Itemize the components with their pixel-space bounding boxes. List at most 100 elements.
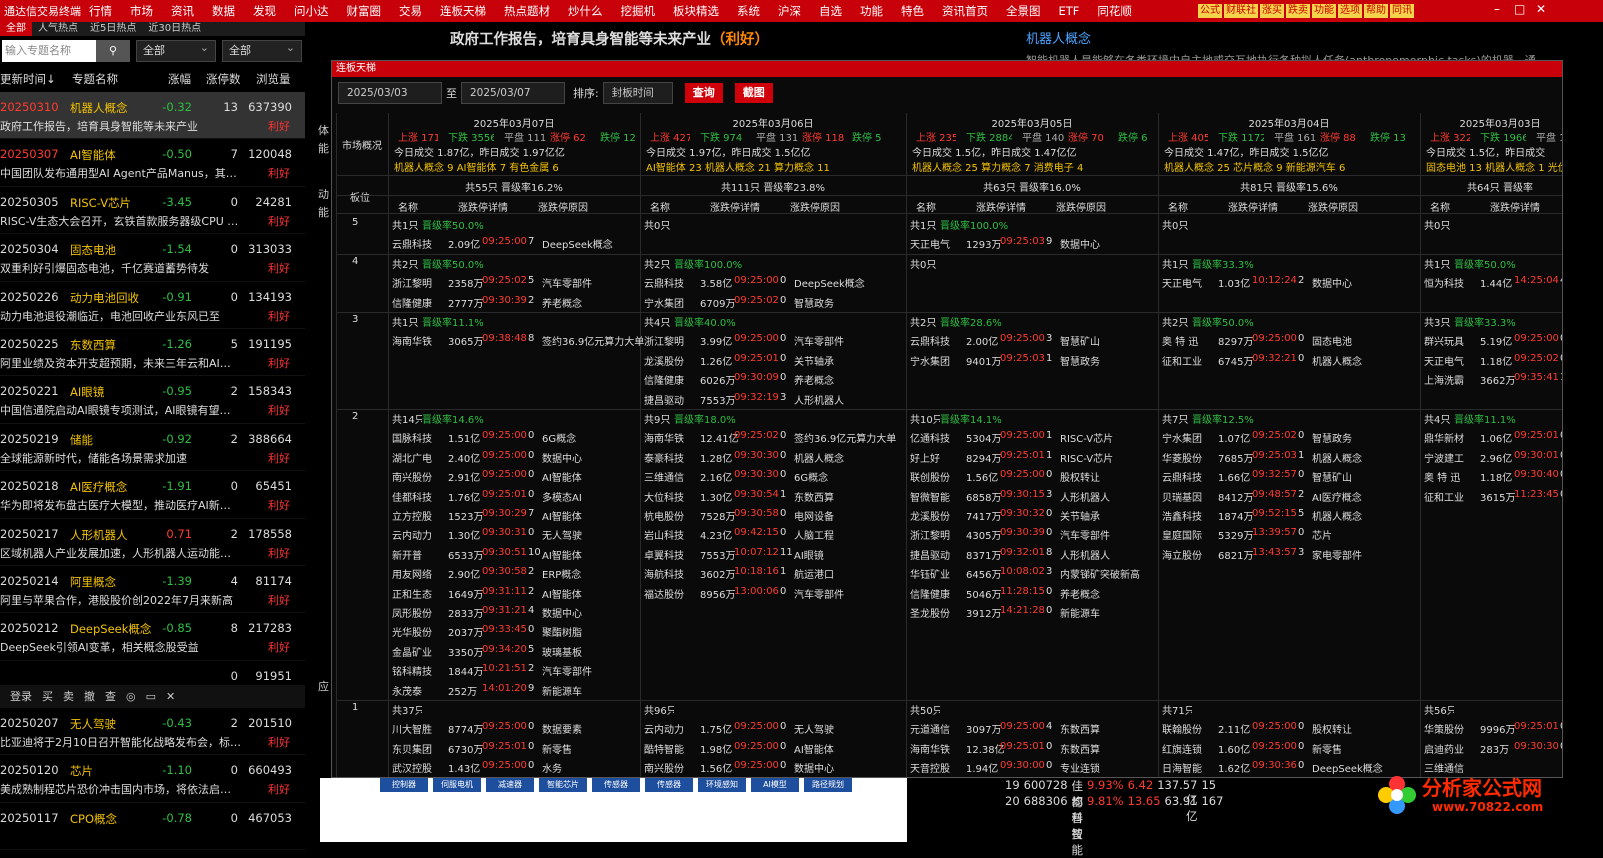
stock-name[interactable]: 南兴股份: [392, 469, 448, 484]
trade-button[interactable]: 登录: [10, 688, 32, 704]
stock-name[interactable]: 捷昌驱动: [644, 392, 700, 407]
stock-name[interactable]: 贝瑞基因: [1162, 489, 1218, 504]
stock-name[interactable]: 智微智能: [910, 489, 966, 504]
stock-name[interactable]: 征和工业: [1424, 489, 1480, 504]
list-item[interactable]: 20250304固态电池-1.540313033双重利好引爆固态电池，千亿赛道蓄…: [0, 234, 305, 281]
header-name[interactable]: 专题名称: [72, 71, 168, 87]
menu-item[interactable]: 财富圈: [347, 4, 382, 18]
header-time[interactable]: 更新时间↓: [0, 71, 72, 87]
trade-button[interactable]: ◎: [126, 690, 136, 703]
list-item[interactable]: 20250120芯片-1.100660493美成熟制程芯片恐价冲击国内市场，将依…: [0, 755, 305, 802]
stock-name[interactable]: 启迪药业: [1424, 741, 1480, 756]
stock-name[interactable]: 用友网络: [392, 566, 448, 581]
menu-item[interactable]: 资讯: [171, 4, 194, 18]
stock-name[interactable]: 云鼎科技: [392, 236, 448, 251]
trade-button[interactable]: ▭: [146, 690, 156, 703]
stock-name[interactable]: 奥 特 迅: [1424, 469, 1480, 484]
filter-select-1[interactable]: 全部: [136, 40, 216, 62]
tool-button[interactable]: 功能: [1312, 4, 1336, 18]
menu-item[interactable]: 挖掘机: [621, 4, 656, 18]
stock-name[interactable]: 信隆健康: [392, 295, 448, 310]
tool-button[interactable]: 财联社: [1224, 4, 1258, 18]
stock-name[interactable]: 凤形股份: [392, 605, 448, 620]
menu-item[interactable]: 系统: [737, 4, 760, 18]
stock-name[interactable]: 信隆健康: [910, 586, 966, 601]
stock-name[interactable]: 华菱股份: [1162, 450, 1218, 465]
menu-item[interactable]: 全景图: [1006, 4, 1041, 18]
stock-name[interactable]: 天正电气: [1424, 353, 1480, 368]
list-item[interactable]: 20250207无人驾驶-0.432201510比亚迪将于2月10日召开智能化战…: [0, 708, 305, 755]
stock-name[interactable]: 海南华铁: [392, 333, 448, 348]
stock-name[interactable]: 南兴股份: [644, 760, 700, 775]
stock-name[interactable]: 宁水集团: [910, 353, 966, 368]
stock-name[interactable]: 宁水集团: [644, 295, 700, 310]
stock-name[interactable]: 奥 特 迅: [1162, 333, 1218, 348]
menu-item[interactable]: 沪深: [778, 4, 801, 18]
list-item[interactable]: 20250219储能-0.922388664全球能源新时代，储能各场景需求加速利…: [0, 424, 305, 471]
search-icon[interactable]: ⚲: [96, 40, 130, 62]
screenshot-button[interactable]: 截图: [735, 83, 773, 103]
menu-item[interactable]: 自选: [819, 4, 842, 18]
menu-item[interactable]: 特色: [901, 4, 924, 18]
menu-item[interactable]: 市场: [130, 4, 153, 18]
stock-name[interactable]: 云鼎科技: [644, 275, 700, 290]
menu-item[interactable]: 资讯首页: [942, 4, 988, 18]
list-item[interactable]: 20250212DeepSeek概念-0.858217283DeepSeek引领…: [0, 613, 305, 660]
list-item[interactable]: 20250307AI智能体-0.507120048中国团队发布通用型AI Age…: [0, 139, 305, 186]
header-views[interactable]: 浏览量: [256, 71, 301, 87]
stock-name[interactable]: 金晶矿业: [392, 644, 448, 659]
topic-tab[interactable]: 近30日热点: [142, 22, 207, 36]
menu-item[interactable]: 连板天梯: [440, 4, 486, 18]
stock-name[interactable]: 东贝集团: [392, 741, 448, 756]
menu-item[interactable]: 功能: [860, 4, 883, 18]
list-item[interactable]: 20250221AI眼镜-0.952158343中国信通院启动AI眼镜专项测试，…: [0, 376, 305, 423]
stock-name[interactable]: 新开普: [392, 547, 448, 562]
stock-name[interactable]: 云鼎科技: [910, 333, 966, 348]
tool-button[interactable]: 公式: [1198, 4, 1222, 18]
stock-name[interactable]: 三维通信: [644, 469, 700, 484]
stock-name[interactable]: 卓翼科技: [644, 547, 700, 562]
stock-name[interactable]: 光华股份: [392, 624, 448, 639]
stock-name[interactable]: 天音控股: [910, 760, 966, 775]
menu-item[interactable]: 热点题材: [504, 4, 550, 18]
stock-name[interactable]: 铭科精技: [392, 663, 448, 678]
topic-tab[interactable]: 近5日热点: [84, 22, 142, 36]
stock-name[interactable]: 宁水集团: [1162, 430, 1218, 445]
menu-item[interactable]: 板块精选: [673, 4, 719, 18]
stock-name[interactable]: 永茂泰: [392, 683, 448, 698]
stock-name[interactable]: 泰豪科技: [644, 450, 700, 465]
list-item[interactable]: 20250226动力电池回收-0.910134193动力电池退役潮临近，电池回收…: [0, 282, 305, 329]
stock-name[interactable]: 大位科技: [644, 489, 700, 504]
stock-name[interactable]: 浙江黎明: [392, 275, 448, 290]
stock-name[interactable]: 福达股份: [644, 586, 700, 601]
stock-name[interactable]: 浩鑫科技: [1162, 508, 1218, 523]
stock-name[interactable]: 佳都科技: [392, 489, 448, 504]
stock-name[interactable]: 正和生态: [392, 586, 448, 601]
trade-button[interactable]: 卖: [63, 688, 74, 704]
stock-name[interactable]: 云鼎科技: [1162, 469, 1218, 484]
stock-name[interactable]: 捷昌驱动: [910, 547, 966, 562]
stock-name[interactable]: 好上好: [910, 450, 966, 465]
stock-name[interactable]: 川大智胜: [392, 721, 448, 736]
query-button[interactable]: 查询: [685, 83, 723, 103]
stock-name[interactable]: 信隆健康: [644, 372, 700, 387]
list-item[interactable]: 20250225东数西算-1.265191195阿里业绩及资本开支超预期，未来三…: [0, 329, 305, 376]
list-item[interactable]: 20250305RISC-V芯片-3.45024281RISC-V生态大会召开，…: [0, 187, 305, 234]
stock-name[interactable]: 龙溪股份: [644, 353, 700, 368]
stock-name[interactable]: 海南华铁: [644, 430, 700, 445]
stock-name[interactable]: 龙溪股份: [910, 508, 966, 523]
stock-name[interactable]: 浙江黎明: [910, 527, 966, 542]
list-item[interactable]: 20250218AI医疗概念-1.91065451华为即将发布盘古医疗大模型，推…: [0, 471, 305, 518]
menu-item[interactable]: 行情: [89, 4, 112, 18]
stock-name[interactable]: 海航科技: [644, 566, 700, 581]
list-item[interactable]: 20250217人形机器人0.712178558区域机器人产业发展加速，人形机器…: [0, 519, 305, 566]
stock-name[interactable]: 华策股份: [1424, 721, 1480, 736]
stock-name[interactable]: 联创股份: [910, 469, 966, 484]
stock-name[interactable]: 立方控股: [392, 508, 448, 523]
stock-name[interactable]: 岩山科技: [644, 527, 700, 542]
stock-name[interactable]: 皇庭国际: [1162, 527, 1218, 542]
topic-search-input[interactable]: 输入专题名称: [2, 40, 96, 62]
sort-select[interactable]: 封板时间: [603, 82, 673, 104]
stock-name[interactable]: 上海洗霸: [1424, 372, 1480, 387]
tool-button[interactable]: 涨买: [1260, 4, 1284, 18]
